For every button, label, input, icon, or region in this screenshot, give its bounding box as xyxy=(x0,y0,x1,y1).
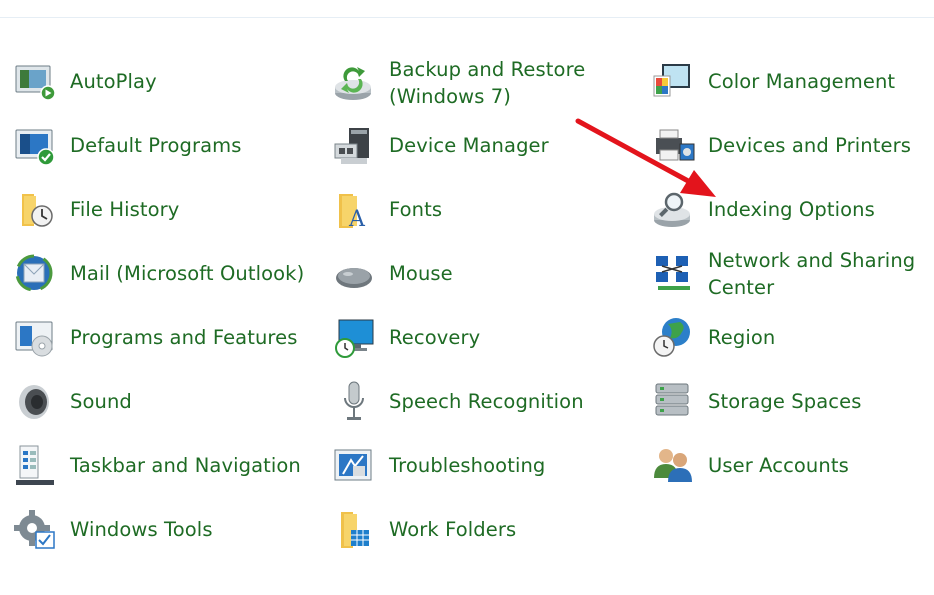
autoplay-item[interactable]: AutoPlay xyxy=(14,60,304,104)
control-panel-grid: AutoPlay Default Programs File History M… xyxy=(0,0,934,595)
autoplay-label: AutoPlay xyxy=(70,70,157,93)
speaker-icon xyxy=(14,380,58,424)
work-folders-item[interactable]: Work Folders xyxy=(333,508,623,552)
color-management-label: Color Management xyxy=(708,70,896,93)
network-sharing-item[interactable]: Network and Sharing Center xyxy=(652,246,932,302)
color-management-icon xyxy=(652,60,696,104)
troubleshooting-label: Troubleshooting xyxy=(389,454,546,477)
recovery-item[interactable]: Recovery xyxy=(333,316,623,360)
taskbar-label: Taskbar and Navigation xyxy=(70,454,301,477)
devices-printers-item[interactable]: Devices and Printers xyxy=(652,124,932,168)
region-label: Region xyxy=(708,326,776,349)
microphone-icon xyxy=(333,380,377,424)
speech-recognition-item[interactable]: Speech Recognition xyxy=(333,380,623,424)
backup-restore-label: Backup and Restore xyxy=(389,58,586,81)
troubleshooting-item[interactable]: Troubleshooting xyxy=(333,444,623,488)
mail-label: Mail (Microsoft Outlook) xyxy=(70,262,305,285)
file-history-icon xyxy=(14,188,58,232)
users-icon xyxy=(652,444,696,488)
programs-features-icon xyxy=(14,316,58,360)
storage-icon xyxy=(652,380,696,424)
windows-tools-label: Windows Tools xyxy=(70,518,213,541)
mail-item[interactable]: Mail (Microsoft Outlook) xyxy=(14,252,314,296)
devices-printers-label: Devices and Printers xyxy=(708,134,911,157)
programs-features-label: Programs and Features xyxy=(70,326,298,349)
work-folders-icon xyxy=(333,508,377,552)
storage-spaces-label: Storage Spaces xyxy=(708,390,862,413)
storage-spaces-item[interactable]: Storage Spaces xyxy=(652,380,932,424)
programs-features-item[interactable]: Programs and Features xyxy=(14,316,304,360)
troubleshooting-icon xyxy=(333,444,377,488)
device-manager-label: Device Manager xyxy=(389,134,549,157)
default-programs-item[interactable]: Default Programs xyxy=(14,124,304,168)
speech-recognition-label: Speech Recognition xyxy=(389,390,584,413)
sound-label: Sound xyxy=(70,390,132,413)
autoplay-icon xyxy=(14,60,58,104)
mouse-label: Mouse xyxy=(389,262,453,285)
sound-item[interactable]: Sound xyxy=(14,380,304,424)
default-programs-icon xyxy=(14,124,58,168)
recovery-label: Recovery xyxy=(389,326,481,349)
fonts-icon: A xyxy=(333,188,377,232)
svg-text:A: A xyxy=(348,207,366,232)
region-item[interactable]: Region xyxy=(652,316,932,360)
network-sharing-label: Network and Sharing xyxy=(708,249,916,272)
device-manager-item[interactable]: Device Manager xyxy=(333,124,623,168)
backup-icon xyxy=(333,61,377,105)
user-accounts-label: User Accounts xyxy=(708,454,849,477)
backup-restore-item[interactable]: Backup and Restore (Windows 7) xyxy=(333,55,633,111)
mouse-icon xyxy=(333,252,377,296)
recovery-icon xyxy=(333,316,377,360)
indexing-options-label: Indexing Options xyxy=(708,198,875,221)
gear-icon xyxy=(14,508,58,552)
work-folders-label: Work Folders xyxy=(389,518,517,541)
default-programs-label: Default Programs xyxy=(70,134,242,157)
taskbar-item[interactable]: Taskbar and Navigation xyxy=(14,444,304,488)
user-accounts-item[interactable]: User Accounts xyxy=(652,444,932,488)
fonts-label: Fonts xyxy=(389,198,443,221)
indexing-icon xyxy=(652,188,696,232)
mouse-item[interactable]: Mouse xyxy=(333,252,623,296)
color-management-item[interactable]: Color Management xyxy=(652,60,932,104)
windows-tools-item[interactable]: Windows Tools xyxy=(14,508,304,552)
fonts-item[interactable]: A Fonts xyxy=(333,188,623,232)
indexing-options-item[interactable]: Indexing Options xyxy=(652,188,932,232)
mail-icon xyxy=(14,252,58,296)
file-history-item[interactable]: File History xyxy=(14,188,304,232)
printer-icon xyxy=(652,124,696,168)
globe-clock-icon xyxy=(652,316,696,360)
file-history-label: File History xyxy=(70,198,180,221)
device-manager-icon xyxy=(333,124,377,168)
backup-restore-label-line2: (Windows 7) xyxy=(389,85,511,108)
taskbar-icon xyxy=(14,444,58,488)
network-sharing-label-line2: Center xyxy=(708,276,775,299)
network-icon xyxy=(652,252,696,296)
